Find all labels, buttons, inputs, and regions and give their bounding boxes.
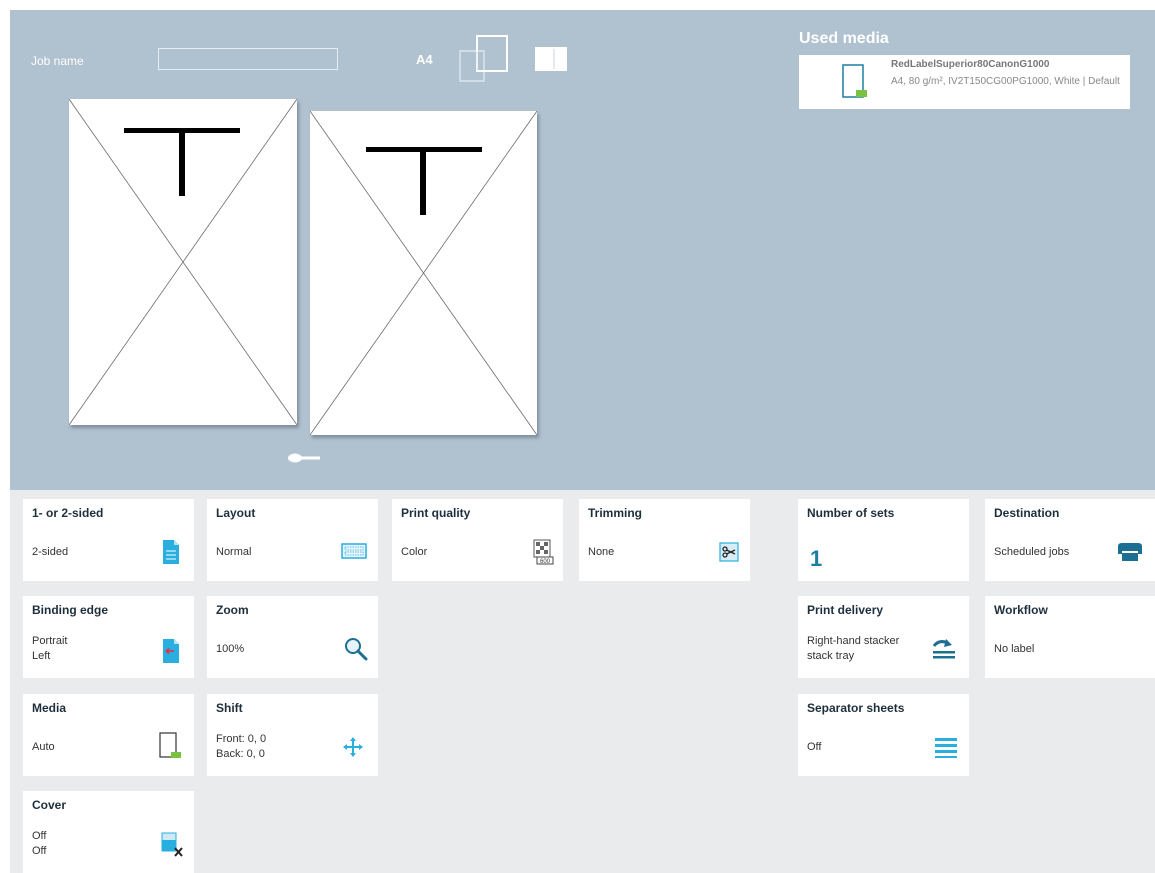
move-arrows-icon xyxy=(343,737,363,762)
tile-title: Print delivery xyxy=(807,603,884,617)
binding-edge-icon xyxy=(162,638,180,669)
used-media-title: Used media xyxy=(799,30,889,47)
tile-media[interactable]: Media Auto xyxy=(23,694,194,776)
tile-title: 1- or 2-sided xyxy=(32,506,104,520)
tile-value: 2-sided xyxy=(32,546,69,558)
single-page-view-icon[interactable] xyxy=(534,46,568,77)
tile-value-line1: Portrait xyxy=(32,635,68,647)
tile-value: Right-hand stacker stack tray xyxy=(807,634,899,664)
tile-title: Binding edge xyxy=(32,603,108,617)
tile-binding-edge[interactable]: Binding edge Portrait Left xyxy=(23,596,194,678)
tile-value: Normal xyxy=(216,546,252,558)
job-preview-panel: Job name A4 T T xyxy=(10,10,1155,490)
scissors-trim-icon xyxy=(719,542,739,567)
tile-value-line1: Front: 0, 0 xyxy=(216,733,267,745)
tile-title: Separator sheets xyxy=(807,701,905,715)
tile-title: Cover xyxy=(32,798,67,812)
two-sided-page-icon xyxy=(162,539,180,570)
job-name-input[interactable] xyxy=(158,48,338,70)
keyboard-layout-icon xyxy=(341,543,367,564)
job-name-label: Job name xyxy=(31,54,84,68)
magnifier-icon xyxy=(344,637,368,666)
print-quality-icon: 600 xyxy=(532,539,554,570)
tile-title: Print quality xyxy=(401,506,471,520)
stacker-delivery-icon xyxy=(931,637,957,666)
tile-title: Workflow xyxy=(994,603,1048,617)
tile-value: Front: 0, 0 Back: 0, 0 xyxy=(216,732,266,762)
tile-sides[interactable]: 1- or 2-sided 2-sided xyxy=(23,499,194,581)
tile-trimming[interactable]: Trimming None xyxy=(579,499,750,581)
tile-shift[interactable]: Shift Front: 0, 0 Back: 0, 0 xyxy=(207,694,378,776)
tile-destination[interactable]: Destination Scheduled jobs xyxy=(985,499,1155,581)
tile-print-delivery[interactable]: Print delivery Right-hand stacker stack … xyxy=(798,596,969,678)
tile-value-line2: Off xyxy=(32,845,47,857)
tile-value: None xyxy=(588,546,615,558)
tile-value-line1: Right-hand stacker xyxy=(807,635,900,647)
tile-value: Off Off xyxy=(32,829,46,859)
tile-value: No label xyxy=(994,643,1035,655)
printer-icon xyxy=(1117,540,1143,567)
tile-title: Destination xyxy=(994,506,1060,520)
tile-cover[interactable]: Cover Off Off xyxy=(23,791,194,873)
paper-size-label: A4 xyxy=(416,52,433,67)
tile-title: Layout xyxy=(216,506,256,520)
tile-value-line2: Back: 0, 0 xyxy=(216,748,265,760)
preview-page-left: T xyxy=(69,99,297,425)
tile-title: Media xyxy=(32,701,67,715)
tile-value: Scheduled jobs xyxy=(994,546,1070,558)
tile-value-line1: Off xyxy=(32,830,47,842)
tile-value: Portrait Left xyxy=(32,634,67,664)
used-media-card[interactable]: RedLabelSuperior80CanonG1000 A4, 80 g/m²… xyxy=(799,55,1130,109)
tile-title: Zoom xyxy=(216,603,249,617)
tile-value: Off xyxy=(807,741,822,753)
tile-value-line2: stack tray xyxy=(807,650,855,662)
media-sheet-icon xyxy=(158,731,182,766)
tile-value: Auto xyxy=(32,741,55,753)
tile-layout[interactable]: Layout Normal xyxy=(207,499,378,581)
page-orientation-icon[interactable] xyxy=(458,35,510,88)
tile-separator-sheets[interactable]: Separator sheets Off xyxy=(798,694,969,776)
tile-value: Color xyxy=(401,546,428,558)
tile-number-of-sets[interactable]: Number of sets 1 xyxy=(798,499,969,581)
cover-off-icon xyxy=(160,832,184,863)
tile-title: Shift xyxy=(216,701,243,715)
tile-title: Trimming xyxy=(588,506,643,520)
settings-area: 1- or 2-sided 2-sided Layout Normal Prin… xyxy=(10,490,1155,873)
tile-workflow[interactable]: Workflow No label xyxy=(985,596,1155,678)
media-name: RedLabelSuperior80CanonG1000 xyxy=(891,59,1050,70)
svg-text:600: 600 xyxy=(540,559,551,565)
tile-title: Number of sets xyxy=(807,506,895,520)
tile-value: 100% xyxy=(216,643,245,655)
separator-lines-icon xyxy=(935,736,957,763)
media-sheet-icon xyxy=(841,63,869,106)
tile-value-line2: Left xyxy=(32,650,51,662)
media-properties: A4, 80 g/m², IV2T150CG00PG1000, White | … xyxy=(891,76,1120,87)
tile-print-quality[interactable]: Print quality Color 600 xyxy=(392,499,563,581)
number-of-sets-value: 1 xyxy=(810,546,823,571)
binding-handle-icon[interactable] xyxy=(286,451,322,469)
tile-zoom[interactable]: Zoom 100% xyxy=(207,596,378,678)
preview-page-right: T xyxy=(310,111,537,435)
